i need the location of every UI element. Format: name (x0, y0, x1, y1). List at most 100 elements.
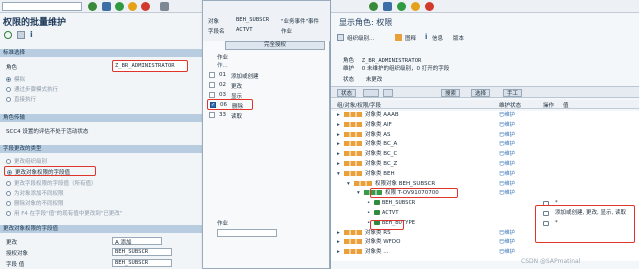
option-add-auth[interactable]: 为对象添加不同权限 (6, 189, 64, 197)
expand-toggle-icon[interactable]: ▾ (347, 180, 352, 190)
select-button[interactable]: 选择 (471, 89, 491, 97)
expand-toggle-icon[interactable]: ▸ (337, 131, 342, 141)
field-node-icon (374, 200, 380, 206)
legend-icon[interactable] (395, 34, 402, 41)
expand-toggle-icon[interactable]: ▸ (337, 150, 342, 160)
print-icon[interactable] (160, 2, 169, 11)
legend-button[interactable]: 图释 (405, 34, 416, 42)
maint-status: 已维护 (499, 190, 515, 197)
back-icon-2[interactable] (397, 2, 406, 11)
watermark: CSDN @SAPmatinal (521, 258, 581, 265)
cancel-icon[interactable] (141, 2, 150, 11)
radio-org-level[interactable] (6, 159, 11, 164)
expand-button[interactable] (383, 89, 393, 97)
tree-row[interactable]: ▸ 对象类 BC_A 已维护 (331, 140, 639, 150)
option-f4[interactable]: 用 F4 在字段"值"的现有值中更改到"已更改" (6, 209, 122, 217)
right-toolbar-strip (331, 0, 639, 13)
info-icon[interactable]: i (30, 30, 33, 39)
radio-step[interactable] (6, 87, 11, 92)
object-desc: "业务事件"事件 (281, 19, 320, 25)
object-class-icon (354, 180, 372, 186)
expand-toggle-icon[interactable]: ▸ (337, 140, 342, 150)
save-icon-2[interactable] (383, 2, 392, 11)
radio-direct[interactable] (6, 97, 11, 102)
mode-simulate[interactable]: 模拟 (6, 75, 25, 83)
radio-simulate[interactable] (6, 77, 11, 82)
tree-row[interactable]: ▸ 对象类 AS 已维护 (331, 131, 639, 141)
exit-icon[interactable] (128, 2, 137, 11)
item-33[interactable]: 33 读取 (209, 111, 319, 120)
radio-delete-auth[interactable] (6, 201, 11, 206)
info-button[interactable]: 信息 (432, 34, 443, 42)
expand-toggle-icon[interactable]: ▸ (337, 121, 342, 131)
radio-f4[interactable] (6, 211, 11, 216)
actvt-highlight (370, 220, 404, 230)
checkbox-02[interactable] (209, 82, 215, 88)
back-icon[interactable] (115, 2, 124, 11)
full-auth-button[interactable]: 完全授权 (225, 41, 325, 50)
enter-icon[interactable] (88, 2, 97, 11)
tree-row[interactable]: ▸ 对象类 BC_Z 已维护 (331, 160, 639, 170)
search-button[interactable]: 搜索 (441, 89, 461, 97)
object-class-icon (344, 112, 362, 117)
option-object-field[interactable]: 更改对象权限的字段值 (4, 166, 96, 176)
tree-row[interactable]: ▸ 对象类 BC_C 已维护 (331, 150, 639, 160)
option-field-all[interactable]: 更改字段权限的字段值（所有值） (6, 179, 97, 187)
item-01[interactable]: 01 添加或创建 (209, 71, 319, 80)
change-dropdown[interactable]: A 添加 (112, 237, 162, 246)
expand-toggle-icon[interactable]: ▸ (337, 238, 342, 248)
expand-toggle-icon[interactable]: • (367, 199, 372, 209)
radio-field-all[interactable] (6, 181, 11, 186)
object-class-icon (344, 229, 362, 235)
option-org-level[interactable]: 更改组织级别 (6, 157, 47, 165)
save-icon[interactable] (102, 2, 111, 11)
edit-button[interactable] (363, 89, 379, 97)
radio-add-auth[interactable] (6, 191, 11, 196)
item-02[interactable]: 02 更改 (209, 81, 319, 90)
object-input[interactable]: BEH_SUBSCR (112, 248, 172, 256)
radio-object-field[interactable] (7, 170, 12, 175)
tree-label: 权限对象 BEH_SUBSCR (375, 180, 436, 187)
mode-step[interactable]: 通过步骤模式执行 (6, 85, 58, 93)
role-field[interactable]: Z_BR_ADMINISTRATOR (112, 60, 188, 72)
manual-button[interactable]: 手工 (503, 89, 523, 97)
expand-toggle-icon[interactable]: ▸ (337, 111, 342, 121)
checkbox-33[interactable] (209, 112, 215, 118)
tree-label: 对象类 AS (365, 131, 391, 138)
expand-toggle-icon[interactable]: ▸ (337, 248, 342, 258)
option-delete-auth[interactable]: 删除对象的不同权限 (6, 199, 64, 207)
cancel-icon-2[interactable] (425, 2, 434, 11)
command-field[interactable] (2, 2, 82, 11)
expand-toggle-icon[interactable]: ▾ (357, 189, 362, 199)
check-icon[interactable] (369, 2, 378, 11)
checkbox-01[interactable] (209, 72, 215, 78)
tree-row[interactable]: ▸ 对象类 ... 已维护 (331, 248, 639, 258)
org-level-button[interactable]: 组织级别... (347, 34, 374, 42)
variant-icon[interactable] (17, 31, 25, 39)
object-class-icon (344, 249, 362, 255)
checkbox-03[interactable] (209, 92, 215, 98)
org-level-icon[interactable] (337, 34, 344, 41)
expand-toggle-icon[interactable]: • (367, 209, 372, 219)
expand-toggle-icon[interactable]: ▸ (337, 229, 342, 239)
execute-icon[interactable] (4, 31, 12, 39)
mode-direct[interactable]: 直接执行 (6, 95, 36, 103)
maint-status: 已维护 (499, 121, 515, 128)
checkbox-06-checked[interactable]: ✓ (210, 102, 216, 108)
tree-row[interactable]: ▾ 对象类 BEH 已维护 (331, 170, 639, 180)
tree-row[interactable]: ▸ 对象类 AAAB 已维护 (331, 111, 639, 121)
object-highlight (370, 188, 458, 198)
field-input[interactable]: BEH_SUBSCR (112, 259, 172, 267)
tree-row[interactable]: ▸ 对象类 AIF 已维护 (331, 121, 639, 131)
item-06[interactable]: ✓ 06 删除 (207, 99, 253, 110)
version-button[interactable]: 版本 (453, 34, 464, 42)
expand-toggle-icon[interactable]: ▾ (337, 170, 342, 180)
expand-toggle-icon[interactable]: ▸ (337, 160, 342, 170)
status-button[interactable]: 状态 (337, 89, 357, 97)
popup-input[interactable] (217, 229, 277, 237)
info-icon-2[interactable]: i (425, 33, 427, 41)
tree-label: ACTVT (382, 209, 399, 216)
maint-status: 已维护 (499, 160, 515, 167)
tree-label: 对象类 BC_A (365, 141, 398, 148)
exit-icon-2[interactable] (411, 2, 420, 11)
